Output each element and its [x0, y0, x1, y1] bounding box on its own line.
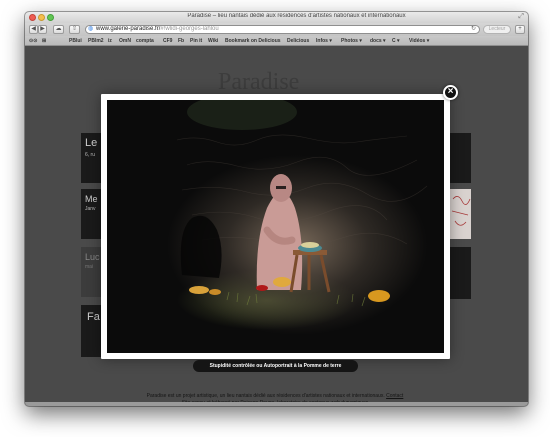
fullscreen-icon[interactable]: ⤢ [518, 13, 524, 21]
window-close-button[interactable] [29, 14, 36, 21]
bookmark-item[interactable]: ⊞ [42, 36, 46, 46]
footer-line-1: Paradise est un projet artistique, un li… [146, 393, 404, 399]
browser-window: Paradise – lieu nantais dédié aux réside… [25, 12, 528, 406]
background-card[interactable] [450, 247, 471, 299]
bookmark-item[interactable]: C ▾ [392, 36, 400, 46]
contact-link[interactable]: Contact [386, 393, 403, 399]
back-icon: ◀ [31, 26, 36, 32]
bookmark-item[interactable]: docs ▾ [370, 36, 386, 46]
address-field[interactable]: ◍ www.galerie-paradise.fr/#!wlidi-george… [85, 25, 480, 34]
background-card-thumbnail[interactable] [450, 189, 471, 239]
lightbox-photo[interactable] [107, 100, 444, 353]
bookmark-item[interactable]: Photos ▾ [341, 36, 362, 46]
bookmark-item[interactable]: Bookmark on Delicious [225, 36, 281, 46]
status-bar [25, 402, 528, 406]
bookmarks-bar: ⊙⊙ ⊞ PBlui PBlm2 iz OmN compta CF9 Fb Pi… [25, 36, 528, 46]
lightbox-close-button[interactable]: × [443, 85, 458, 100]
bookmark-item[interactable]: compta [136, 36, 154, 46]
bookmark-item[interactable]: CF9 [163, 36, 172, 46]
reader-button[interactable]: Lecteur [483, 25, 511, 34]
bookmark-item[interactable]: Fb [178, 36, 184, 46]
bookmark-item[interactable]: OmN [119, 36, 131, 46]
cloud-tabs-button[interactable]: ☁ [53, 25, 64, 34]
card-subtitle: Janv [85, 206, 96, 212]
card-title: Fa [87, 311, 100, 323]
lightbox-frame [101, 94, 450, 359]
bookmark-item[interactable]: PBlm2 [88, 36, 104, 46]
window-title: Paradise – lieu nantais dédié aux réside… [187, 13, 406, 19]
share-icon: ⇧ [71, 26, 78, 32]
site-title[interactable]: Paradise [218, 69, 299, 96]
cloud-icon: ☁ [55, 26, 62, 32]
share-button[interactable]: ⇧ [69, 25, 80, 34]
bookmark-item[interactable]: PBlui [69, 36, 82, 46]
bookmark-item[interactable]: Delicious [287, 36, 309, 46]
plus-icon: + [518, 26, 522, 32]
reading-list-icon[interactable]: ⊙⊙ [29, 36, 37, 46]
bookmark-item[interactable]: Infos ▾ [316, 36, 332, 46]
window-zoom-button[interactable] [47, 14, 54, 21]
background-card[interactable] [450, 133, 471, 183]
globe-icon: ◍ [88, 26, 94, 32]
window-minimize-button[interactable] [38, 14, 45, 21]
forward-icon: ▶ [40, 26, 45, 32]
card-title: Le [85, 137, 98, 149]
bookmark-item[interactable]: Vidéos ▾ [409, 36, 429, 46]
close-icon: × [447, 86, 454, 97]
bookmark-item[interactable]: Wiki [208, 36, 218, 46]
bookmark-item[interactable]: Pin it [190, 36, 202, 46]
thumbnail-sketch [450, 189, 471, 239]
forward-button[interactable]: ▶ [38, 25, 47, 34]
new-tab-button[interactable]: + [515, 25, 525, 34]
back-button[interactable]: ◀ [29, 25, 38, 34]
reload-icon[interactable]: ↻ [471, 26, 476, 33]
url-main: www.galerie-paradise.fr/ [96, 26, 161, 32]
lightbox-caption: Stupidité contrôlée ou Autoportrait à la… [193, 360, 358, 372]
url-hash: #!wlidi-georges-lahlou [160, 26, 219, 32]
photo-scene [176, 100, 428, 307]
bookmark-item[interactable]: iz [108, 36, 112, 46]
card-title: Luc [85, 252, 100, 262]
card-subtitle: 6, ru [85, 152, 96, 158]
page-content: Paradise Le 6, ru Me Janv Luc mai Fa Par… [25, 47, 528, 406]
navigation-toolbar: ◀ ▶ ☁ ⇧ ◍ www.galerie-paradise.fr/#!wlid… [25, 23, 528, 36]
title-bar: Paradise – lieu nantais dédié aux réside… [25, 12, 528, 23]
card-title: Me [85, 194, 98, 204]
card-subtitle: mai [85, 264, 94, 270]
